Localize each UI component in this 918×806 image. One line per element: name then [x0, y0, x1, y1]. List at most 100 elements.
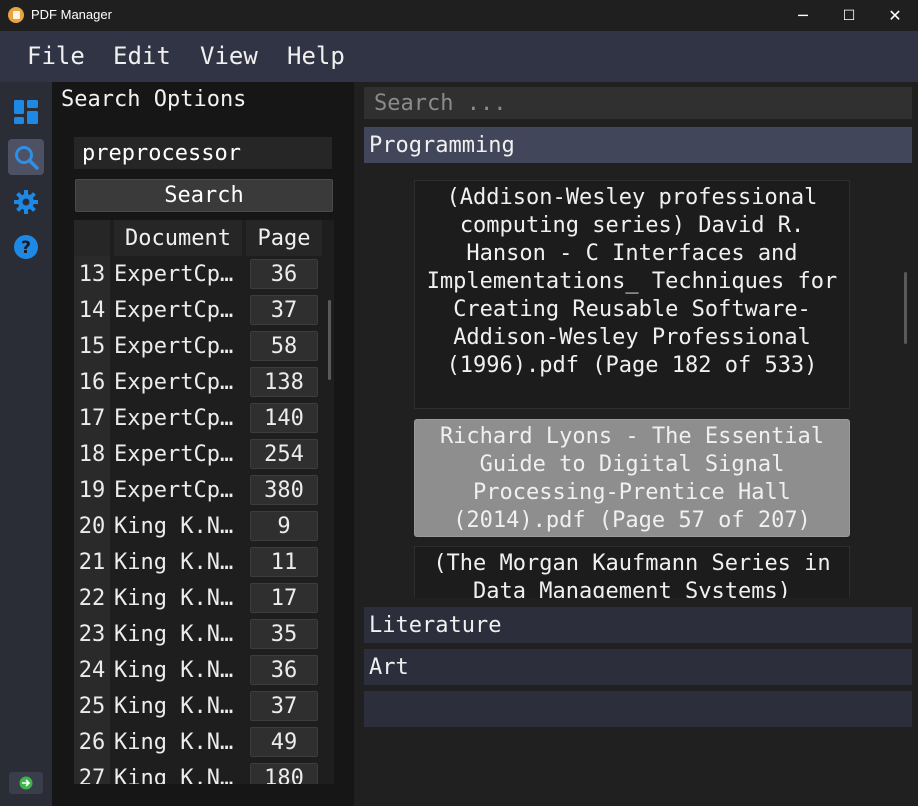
table-row[interactable]: 26 King K.N… 49 [74, 724, 334, 760]
row-page-button[interactable]: 138 [250, 367, 318, 397]
row-index: 17 [74, 400, 110, 436]
column-header-document[interactable]: Document [114, 220, 242, 256]
table-row[interactable]: 14 ExpertCp… 37 [74, 292, 334, 328]
close-button[interactable]: ✕ [872, 0, 918, 31]
row-document[interactable]: King K.N… [114, 508, 242, 544]
row-document[interactable]: King K.N… [114, 724, 242, 760]
row-index: 24 [74, 652, 110, 688]
category-empty[interactable] [364, 691, 912, 727]
table-row[interactable]: 17 ExpertCp… 140 [74, 400, 334, 436]
row-index: 13 [74, 256, 110, 292]
row-document[interactable]: King K.N… [114, 760, 242, 785]
row-index: 14 [74, 292, 110, 328]
minimize-button[interactable]: ─ [780, 0, 826, 31]
menu-edit[interactable]: Edit [113, 42, 171, 70]
search-options-panel: Search Options preprocessor Search Docum… [52, 82, 354, 806]
table-row[interactable]: 18 ExpertCp… 254 [74, 436, 334, 472]
row-index: 16 [74, 364, 110, 400]
row-page-button[interactable]: 37 [250, 691, 318, 721]
maximize-button[interactable]: ☐ [826, 0, 872, 31]
row-page-button[interactable]: 180 [250, 763, 318, 784]
table-row[interactable]: 24 King K.N… 36 [74, 652, 334, 688]
row-document[interactable]: King K.N… [114, 580, 242, 616]
row-page-button[interactable]: 49 [250, 727, 318, 757]
table-row[interactable]: 16 ExpertCp… 138 [74, 364, 334, 400]
row-index: 22 [74, 580, 110, 616]
row-page-button[interactable]: 36 [250, 655, 318, 685]
category-art[interactable]: Art [364, 649, 912, 685]
table-row[interactable]: 20 King K.N… 9 [74, 508, 334, 544]
search-nav-button[interactable] [8, 139, 44, 175]
row-document[interactable]: ExpertCp… [114, 292, 242, 328]
table-row[interactable]: 13 ExpertCp… 36 [74, 256, 334, 292]
row-page-button[interactable]: 36 [250, 259, 318, 289]
table-row[interactable]: 23 King K.N… 35 [74, 616, 334, 652]
title-bar: PDF Manager ─ ☐ ✕ [0, 0, 918, 31]
row-page-button[interactable]: 9 [250, 511, 318, 541]
results-scrollbar[interactable] [904, 272, 907, 344]
query-input[interactable]: preprocessor [74, 137, 332, 169]
row-page-button[interactable]: 11 [250, 547, 318, 577]
table-row[interactable]: 19 ExpertCp… 380 [74, 472, 334, 508]
library-search-input[interactable]: Search ... [364, 87, 912, 119]
menu-bar: File Edit View Help [0, 31, 918, 82]
dashboard-icon [14, 100, 38, 124]
category-literature[interactable]: Literature [364, 607, 912, 643]
row-document[interactable]: ExpertCp… [114, 400, 242, 436]
row-page-button[interactable]: 140 [250, 403, 318, 433]
row-document[interactable]: King K.N… [114, 544, 242, 580]
result-item-selected[interactable]: Richard Lyons - The Essential Guide to D… [414, 419, 850, 537]
row-index: 20 [74, 508, 110, 544]
results-table: Document Page 13 ExpertCp… 36 14 ExpertCp… 37… [74, 220, 334, 784]
row-index: 27 [74, 760, 110, 784]
table-scrollbar[interactable] [328, 300, 331, 380]
help-button[interactable]: ? [8, 229, 44, 265]
gear-icon [14, 190, 38, 214]
table-row[interactable]: 27 King K.N… 180 [74, 760, 334, 784]
arrow-right-icon [19, 776, 33, 790]
category-programming[interactable]: Programming [364, 127, 912, 163]
dashboard-button[interactable] [8, 94, 44, 130]
menu-file[interactable]: File [27, 42, 85, 70]
row-page-button[interactable]: 37 [250, 295, 318, 325]
row-document[interactable]: ExpertCp… [114, 472, 242, 508]
icon-sidebar: ? [0, 82, 52, 806]
pdf-app-icon [8, 7, 24, 23]
row-index: 26 [74, 724, 110, 760]
row-page-button[interactable]: 254 [250, 439, 318, 469]
search-button[interactable]: Search [75, 179, 333, 212]
menu-view[interactable]: View [200, 42, 258, 70]
row-index: 23 [74, 616, 110, 652]
results-list: (Addison-Wesley professional computing s… [364, 168, 912, 598]
row-index: 15 [74, 328, 110, 364]
library-panel: Search ... Programming (Addison-Wesley p… [354, 82, 918, 806]
row-document[interactable]: King K.N… [114, 688, 242, 724]
column-header-page[interactable]: Page [246, 220, 322, 256]
svg-text:?: ? [21, 238, 31, 258]
window-title: PDF Manager [31, 7, 112, 22]
row-document[interactable]: ExpertCp… [114, 328, 242, 364]
row-index: 25 [74, 688, 110, 724]
row-page-button[interactable]: 35 [250, 619, 318, 649]
row-document[interactable]: ExpertCp… [114, 436, 242, 472]
expand-sidebar-button[interactable] [9, 772, 43, 794]
row-document[interactable]: ExpertCp… [114, 364, 242, 400]
table-row[interactable]: 22 King K.N… 17 [74, 580, 334, 616]
table-row[interactable]: 21 King K.N… 11 [74, 544, 334, 580]
row-page-button[interactable]: 17 [250, 583, 318, 613]
settings-button[interactable] [8, 184, 44, 220]
panel-title: Search Options [61, 87, 247, 112]
row-page-button[interactable]: 58 [250, 331, 318, 361]
row-page-button[interactable]: 380 [250, 475, 318, 505]
table-row[interactable]: 25 King K.N… 37 [74, 688, 334, 724]
search-icon [15, 146, 39, 170]
row-index: 18 [74, 436, 110, 472]
table-row[interactable]: 15 ExpertCp… 58 [74, 328, 334, 364]
result-item[interactable]: (Addison-Wesley professional computing s… [414, 180, 850, 409]
result-item[interactable]: (The Morgan Kaufmann Series in Data Mana… [414, 546, 850, 598]
menu-help[interactable]: Help [287, 42, 345, 70]
row-document[interactable]: King K.N… [114, 616, 242, 652]
row-index: 21 [74, 544, 110, 580]
row-document[interactable]: ExpertCp… [114, 256, 242, 292]
row-document[interactable]: King K.N… [114, 652, 242, 688]
